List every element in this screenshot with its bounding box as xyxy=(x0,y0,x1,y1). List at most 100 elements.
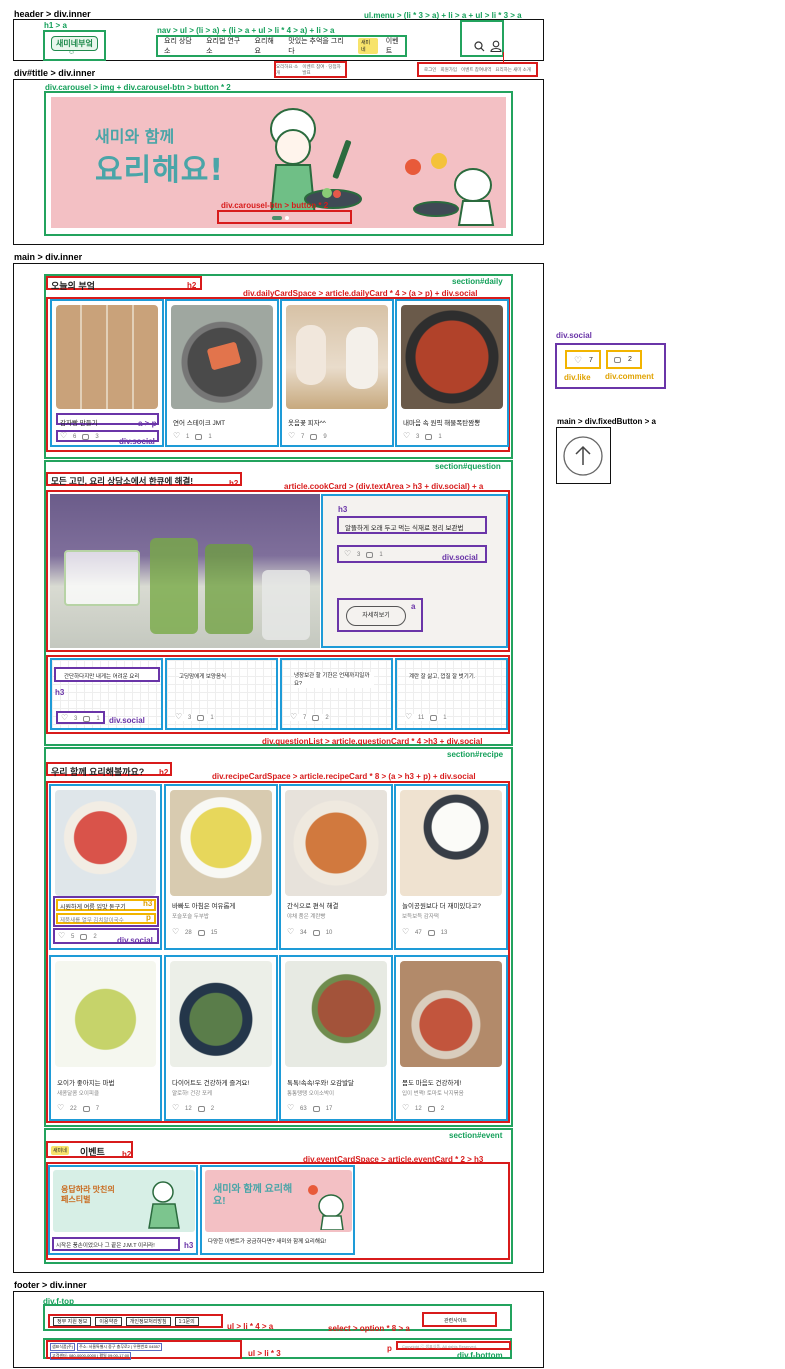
carousel-btn-next[interactable] xyxy=(285,216,289,220)
daily-card[interactable]: 연어 스테이크 JMT 1 1 xyxy=(165,299,279,447)
menu-event-history[interactable]: 이벤트 참여내역 xyxy=(461,67,491,73)
comment-icon[interactable] xyxy=(425,433,433,440)
footer-link[interactable]: 개인정보처리방침 xyxy=(125,1316,171,1326)
heart-icon[interactable] xyxy=(172,1103,179,1112)
comment-count: 2 xyxy=(210,1105,215,1112)
comment-icon[interactable] xyxy=(82,433,90,440)
comment-icon[interactable] xyxy=(427,1105,435,1112)
label-h3-event: h3 xyxy=(184,1241,194,1250)
comment-icon[interactable] xyxy=(82,1105,90,1112)
event-card[interactable]: 응답하라 맛친의 페스티벌 시작은 풍손이었으나 그 끝은 J.M.T 이리라!… xyxy=(48,1165,198,1255)
side-comment[interactable]: 2 xyxy=(606,350,642,369)
question-title-box: 모든 고민, 요리 상담소에서 한큐에 해결! h2 xyxy=(46,472,242,488)
more-button[interactable]: 자세히보기 xyxy=(346,606,406,626)
heart-icon[interactable] xyxy=(61,713,68,722)
comment-icon[interactable] xyxy=(427,929,435,936)
comment-icon[interactable] xyxy=(197,929,205,936)
daily-card[interactable]: 옷음꽃 피자^^ 7 9 xyxy=(280,299,394,447)
arrow-up-icon[interactable] xyxy=(562,435,604,477)
util-submenu: 로그인 회원가입 이벤트 참여내역 요리하는 새미 소개 xyxy=(417,62,538,77)
daily-card[interactable]: 내마음 속 원픽 해물폭탄짬뽕 3 1 xyxy=(395,299,509,447)
event-card-title: 다양한 이벤트가 궁금하다면? 새미와 함께 요리해요! xyxy=(208,1239,327,1245)
recipe-card[interactable]: 놀이공원보다 더 재미있다고? 보득보득 감자떡 47 13 xyxy=(394,784,508,950)
menu-about[interactable]: 요리하는 새미 소개 xyxy=(495,67,531,73)
cook-card-social: 3 1 div.social xyxy=(337,545,487,563)
like-count: 63 xyxy=(300,1105,307,1112)
heart-icon[interactable] xyxy=(287,927,294,936)
comment-count: 13 xyxy=(440,929,448,936)
heart-icon[interactable] xyxy=(173,431,180,440)
recipe-card[interactable]: 바빠도 아침은 여유롭게 포슬포슬 두부밥 28 15 xyxy=(164,784,278,950)
heart-icon[interactable] xyxy=(287,1103,294,1112)
recipe-card[interactable]: 톡톡!속속!우와! 오감발달 통통탱탱 오이소박이 63 17 xyxy=(279,955,393,1121)
label-section-daily: section#daily xyxy=(452,277,503,286)
recipe-card[interactable]: 간식으로 편식 해결 야채 품은 계란빵 34 10 xyxy=(279,784,393,950)
footer-link[interactable]: 정부 지원 정보 xyxy=(53,1316,92,1326)
user-icon[interactable] xyxy=(490,40,502,52)
heart-icon[interactable] xyxy=(402,927,409,936)
comment-count: 1 xyxy=(96,715,100,722)
comment-icon[interactable] xyxy=(312,929,320,936)
heart-icon[interactable] xyxy=(402,1103,409,1112)
comment-icon[interactable] xyxy=(312,1105,320,1112)
cook-card-text-area: h3 알뜰하게 오래 두고 먹는 식재료 정리 보관법 3 1 div.socia… xyxy=(321,494,508,648)
recipe-card-image xyxy=(400,961,502,1067)
comment-icon[interactable] xyxy=(366,551,374,558)
label-main: main > div.inner xyxy=(14,252,83,262)
heart-icon[interactable] xyxy=(290,712,297,721)
recipe-card-link[interactable]: 시원하게 여름 입맛 돋구기 제품새를 열무 김치말이국수 h3 p xyxy=(53,896,159,927)
side-like[interactable]: ♡ 7 xyxy=(565,350,601,369)
nav-item-memory[interactable]: 맛있는 추억을 그리다 xyxy=(288,36,350,56)
heart-icon[interactable] xyxy=(58,931,65,940)
comment-icon[interactable] xyxy=(197,1105,205,1112)
related-site-select[interactable]: 관련사이트 xyxy=(422,1312,497,1327)
related-site-label: 관련사이트 xyxy=(444,1318,468,1324)
comment-icon[interactable] xyxy=(310,433,318,440)
heart-icon[interactable] xyxy=(57,1103,64,1112)
search-icon[interactable] xyxy=(474,41,485,52)
menu-join[interactable]: 회원가입 xyxy=(440,67,457,73)
menu-login[interactable]: 로그인 xyxy=(424,67,436,73)
comment-icon[interactable] xyxy=(195,433,203,440)
label-side-social: div.social xyxy=(556,331,592,340)
carousel-btn-active[interactable] xyxy=(272,216,282,220)
subnav-item-2[interactable]: 이벤트 참여 · 당첨자 발표 xyxy=(302,64,345,76)
nav-item-cook[interactable]: 요리해요 xyxy=(255,36,281,56)
comment-count: 1 xyxy=(379,551,383,558)
like-count: 12 xyxy=(415,1105,422,1112)
question-card[interactable]: 고딩맘에게 보양음식 3 1 xyxy=(165,658,278,730)
heart-icon[interactable] xyxy=(172,927,179,936)
footer-link[interactable]: 1:1문의 xyxy=(174,1316,199,1326)
event-card[interactable]: 새미와 함께 요리해요! 다양한 이벤트가 궁금하다면? 새미와 함께 요리해요… xyxy=(200,1165,355,1255)
recipe-card[interactable]: 오이가 좋아지는 마법 새콤달콤 오이피클 22 7 xyxy=(49,955,162,1121)
recipe-card-title: 몸도 마음도 건강하게! xyxy=(402,1080,462,1087)
comment-icon[interactable] xyxy=(80,933,88,940)
comment-icon[interactable] xyxy=(312,714,320,721)
question-card[interactable]: 계란 잘 삶고, 껍질 잘 벗기기. 111 xyxy=(395,658,508,730)
heart-icon[interactable] xyxy=(405,712,412,721)
comment-icon[interactable] xyxy=(83,715,91,722)
question-card[interactable]: 냉장보관 할 기한은 언제까지일까요? 7 2 xyxy=(280,658,393,730)
label-p-recipe: p xyxy=(146,913,151,922)
recipe-card[interactable]: 시원하게 여름 입맛 돋구기 제품새를 열무 김치말이국수 h3 p 5 2 di… xyxy=(49,784,162,950)
nav-item-consult[interactable]: 요리 상담소 xyxy=(164,36,198,56)
footer-link[interactable]: 이용약관 xyxy=(95,1316,122,1326)
heart-icon[interactable] xyxy=(403,431,410,440)
question-card[interactable]: 간단하다지만 내게는 어려운 요리 h3 31 div.social xyxy=(50,658,163,730)
label-div-comment: div.comment xyxy=(605,372,654,381)
heart-icon[interactable] xyxy=(344,549,351,558)
comment-icon[interactable] xyxy=(430,714,438,721)
heart-icon[interactable] xyxy=(288,431,295,440)
banner-line2: 요리해요! xyxy=(95,153,225,188)
nav-item-lab[interactable]: 요리법 연구소 xyxy=(206,36,246,56)
recipe-card[interactable]: 몸도 마음도 건강하게! 입이 번쩍! 토마토 낙지볶음 12 2 xyxy=(394,955,508,1121)
comment-icon[interactable] xyxy=(197,714,205,721)
recipe-card[interactable]: 다이어트도 건강하게 즐겨요! 얄로하! 건강 포케 12 2 xyxy=(164,955,278,1121)
heart-icon[interactable] xyxy=(175,712,182,721)
daily-card[interactable]: 감자빵 만들기 a > p 6 3 div.social xyxy=(50,299,164,447)
label-h2-question: h2 xyxy=(229,479,239,488)
label-h3-q: h3 xyxy=(55,688,65,697)
nav-item-event[interactable]: 이벤트 xyxy=(386,36,405,56)
heart-icon[interactable] xyxy=(60,431,67,440)
subnav-item-1[interactable]: 요리하요·소개 xyxy=(276,64,299,76)
